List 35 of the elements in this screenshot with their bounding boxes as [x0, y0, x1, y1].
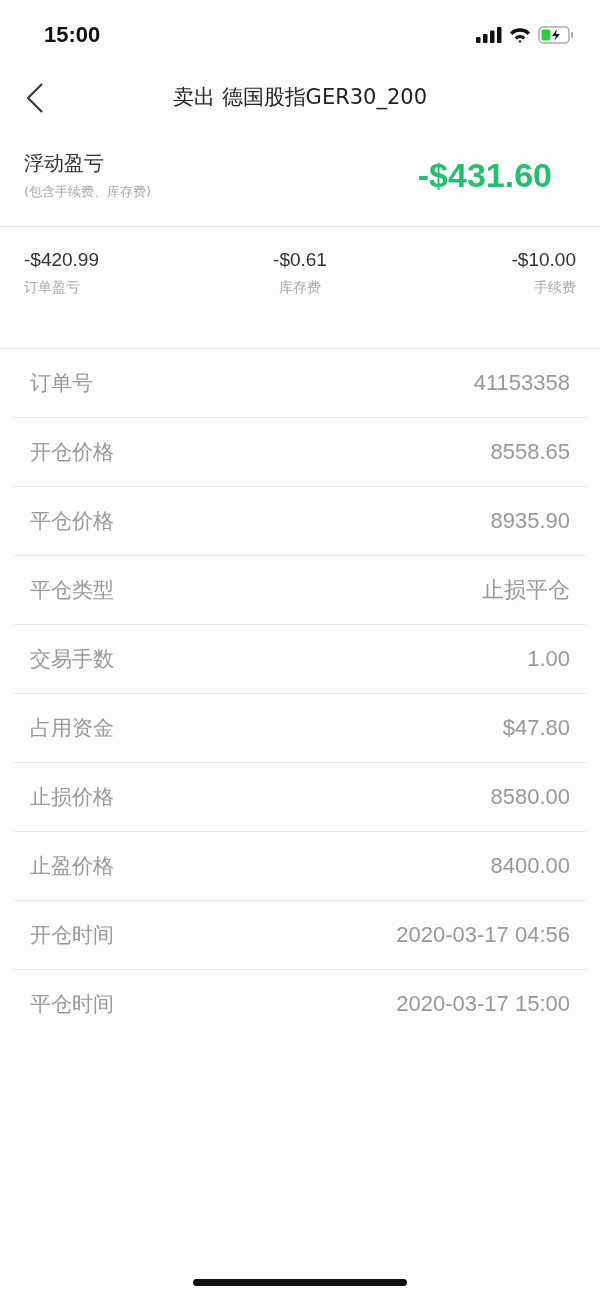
amount-value: -$420.99 — [24, 249, 99, 271]
detail-value: 8935.90 — [490, 508, 570, 534]
page-title: 卖出 德国股指GER30_200 — [172, 84, 428, 111]
detail-value: 8558.65 — [490, 439, 570, 465]
wifi-icon — [509, 27, 531, 43]
detail-label: 止损价格 — [30, 784, 114, 811]
detail-value: 2020-03-17 15:00 — [396, 991, 570, 1017]
detail-value: 8400.00 — [490, 853, 570, 879]
detail-label: 占用资金 — [30, 715, 114, 742]
detail-label: 订单号 — [30, 370, 93, 397]
amount-label: 手续费 — [534, 279, 576, 297]
amount-label: 订单盈亏 — [24, 279, 80, 297]
detail-value: 止损平仓 — [482, 576, 570, 604]
detail-label: 止盈价格 — [30, 853, 114, 880]
pnl-amount: -$431.60 — [417, 155, 552, 195]
amount-value: -$0.61 — [273, 249, 327, 271]
detail-value: 1.00 — [527, 646, 570, 672]
signal-icon — [476, 27, 502, 43]
detail-value: 2020-03-17 04:56 — [396, 922, 570, 948]
detail-label: 开仓时间 — [30, 922, 114, 949]
detail-label: 平仓价格 — [30, 508, 114, 535]
amount-label: 库存费 — [279, 279, 321, 297]
detail-value: 8580.00 — [490, 784, 570, 810]
back-button[interactable] — [24, 82, 46, 114]
amount-value: -$10.00 — [511, 249, 576, 271]
floating-pnl-label: 浮动盈亏 — [24, 149, 105, 177]
detail-label: 交易手数 — [30, 646, 114, 673]
fee-note: (包含手续费、库存费) — [24, 182, 152, 201]
battery-icon — [538, 26, 574, 44]
detail-label: 平仓类型 — [30, 577, 114, 604]
detail-value: $47.80 — [502, 715, 570, 741]
detail-label: 平仓时间 — [30, 991, 114, 1018]
detail-label: 开仓价格 — [30, 439, 114, 466]
detail-value: 41153358 — [473, 370, 570, 396]
status-time: 15:00 — [44, 22, 101, 48]
